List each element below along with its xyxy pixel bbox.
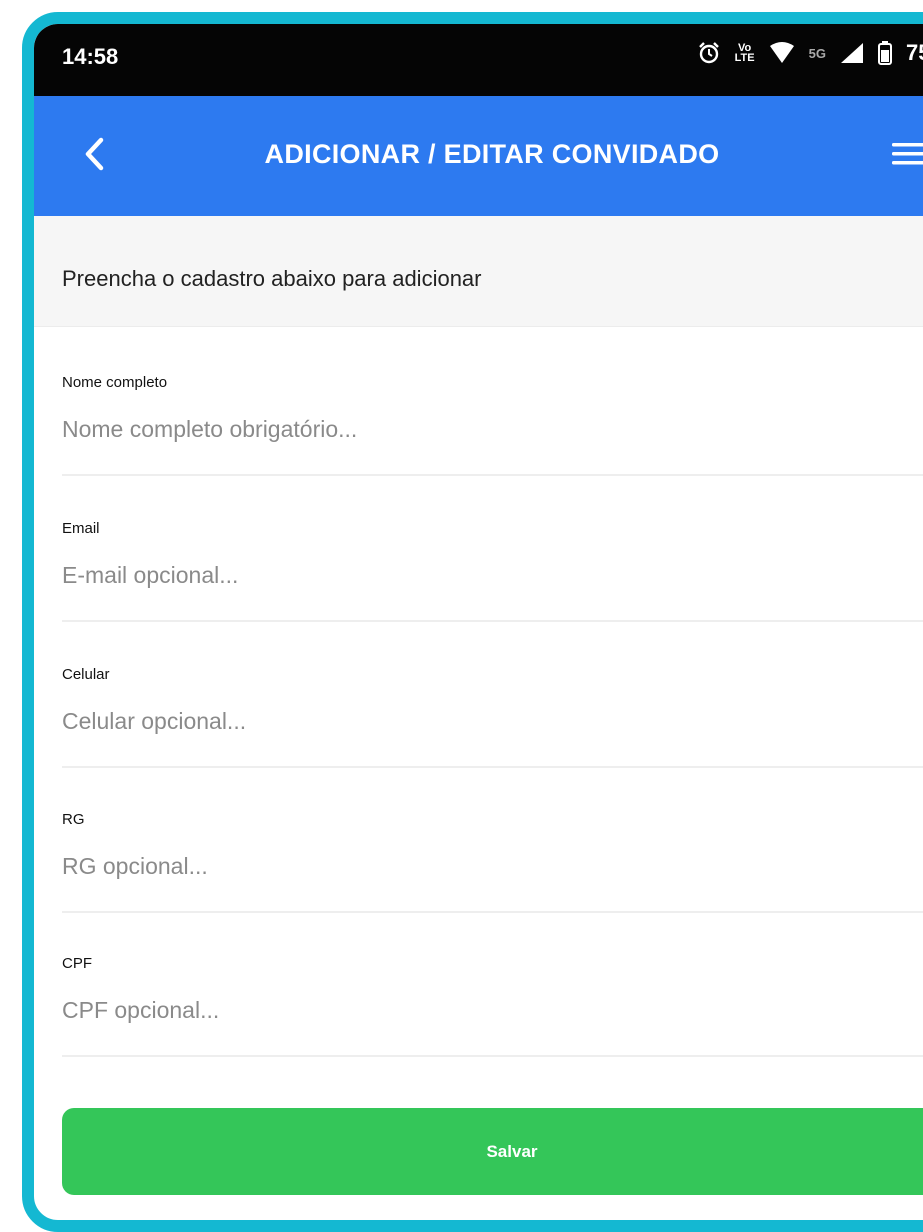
alarm-icon <box>697 41 721 65</box>
menu-button[interactable] <box>888 136 923 176</box>
nome-completo-input[interactable] <box>62 404 902 454</box>
field-label-celular: Celular <box>62 666 110 683</box>
network-label: 5G <box>808 45 826 61</box>
battery-icon <box>877 41 892 65</box>
field-label-cpf: CPF <box>62 955 92 972</box>
rg-input[interactable] <box>62 841 902 891</box>
form-header: Preencha o cadastro abaixo para adiciona… <box>34 216 923 327</box>
celular-input[interactable] <box>62 696 902 746</box>
status-time: 14:58 <box>62 44 119 69</box>
cpf-input[interactable] <box>62 985 902 1035</box>
field-cpf: CPF <box>62 955 923 1057</box>
field-celular: Celular <box>62 666 923 768</box>
field-label-rg: RG <box>62 811 85 828</box>
device-frame: 14:58 Vo LTE 5G 7 ADICIONAR / EDITAR CON… <box>22 12 923 1232</box>
save-button[interactable]: Salvar <box>62 1108 923 1195</box>
email-input[interactable] <box>62 550 902 600</box>
wifi-icon <box>769 42 795 64</box>
volte-bottom-label: LTE <box>734 52 755 64</box>
status-icons: Vo LTE 5G 7 <box>697 40 923 66</box>
app-screen: 14:58 Vo LTE 5G 7 ADICIONAR / EDITAR CON… <box>34 24 923 1220</box>
field-email: Email <box>62 520 923 622</box>
battery-percentage: 75% <box>905 40 923 65</box>
status-bar: 14:58 Vo LTE 5G 7 <box>34 24 923 96</box>
field-label-nome-completo: Nome completo <box>62 374 168 391</box>
field-rg: RG <box>62 811 923 913</box>
field-nome-completo: Nome completo <box>62 374 923 476</box>
field-label-email: Email <box>62 520 100 537</box>
form-subtitle: Preencha o cadastro abaixo para adiciona… <box>62 266 482 291</box>
app-bar: ADICIONAR / EDITAR CONVIDADO <box>34 96 923 216</box>
hamburger-menu-icon <box>892 141 923 172</box>
signal-icon <box>840 42 864 64</box>
page-title: ADICIONAR / EDITAR CONVIDADO <box>264 139 720 169</box>
volte-icon: Vo LTE <box>734 43 755 64</box>
